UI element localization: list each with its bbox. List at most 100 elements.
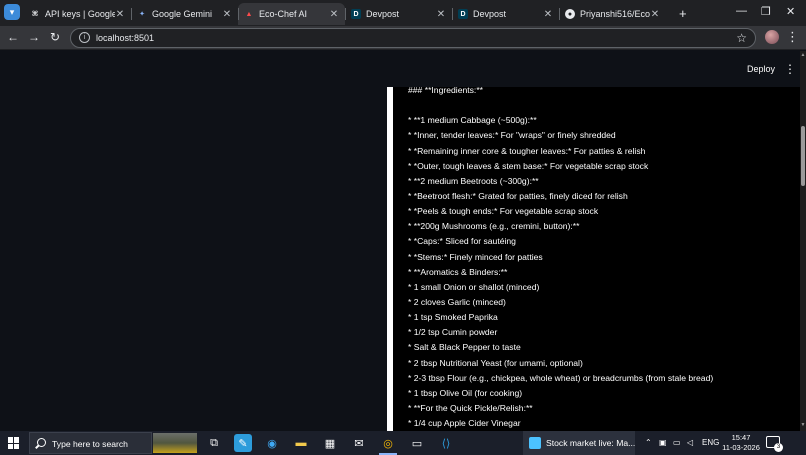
close-tab-icon[interactable]: ✕	[650, 9, 660, 20]
clock-date: 11-03-2026	[722, 443, 760, 452]
paint-app-icon[interactable]: ✎	[234, 434, 252, 452]
recipe-line: * 1 small Onion or shallot (minced)	[408, 281, 540, 292]
recipe-line: * 1/2 tsp Cumin powder	[408, 327, 498, 338]
gemini-icon: ✦	[139, 11, 145, 18]
news-widget-thumbnail[interactable]	[153, 433, 197, 453]
search-icon	[37, 438, 46, 447]
recipe-line: * 1/4 cup Apple Cider Vinegar	[408, 418, 521, 429]
tab-title: Devpost	[366, 9, 400, 19]
tab-eco-chef-ai[interactable]: ▲ Eco-Chef AI ✕	[238, 3, 345, 25]
key-icon: ⌘	[31, 11, 39, 18]
tab-title: Devpost	[473, 9, 507, 19]
browser-tab-strip: ▾ ⌘ API keys | Google AI S ✕ ✦ Google Ge…	[0, 0, 806, 26]
minimize-icon[interactable]: —	[736, 5, 747, 17]
address-bar[interactable]: i localhost:8501 ☆	[70, 28, 756, 48]
recipe-line: * **1 medium Cabbage (~500g):**	[408, 115, 537, 126]
tab-google-gemini[interactable]: ✦ Google Gemini ✕	[131, 3, 238, 25]
recipe-line: * **200g Mushrooms (e.g., cremini, butto…	[408, 221, 580, 232]
back-arrow-icon[interactable]: ←	[6, 30, 20, 44]
close-tab-icon[interactable]: ✕	[222, 9, 232, 20]
recipe-line: * Salt & Black Pepper to taste	[408, 342, 521, 353]
tab-devpost-1[interactable]: D Devpost ✕	[345, 3, 452, 25]
recipe-line: * **For the Quick Pickle/Relish:**	[408, 402, 533, 413]
recipe-line: ### **Ingredients:**	[408, 87, 484, 95]
recipe-output: ### **Ingredients:** * **1 medium Cabbage…	[393, 87, 802, 431]
taskbar-clock[interactable]: 15:47 11-03-2026	[722, 433, 760, 453]
chrome-icon[interactable]: ◎	[379, 434, 397, 452]
browser-toolbar: ← → ↻ i localhost:8501 ☆	[0, 26, 806, 50]
tab-github[interactable]: ● Priyanshi516/Eco-Che ✕	[559, 3, 666, 25]
vscode-icon[interactable]: ⟨⟩	[437, 434, 455, 452]
address-url[interactable]: localhost:8501	[96, 33, 154, 43]
news-app-icon	[529, 437, 541, 449]
scroll-down-icon[interactable]: ▼	[800, 422, 806, 430]
streamlit-icon: ▲	[245, 10, 253, 18]
tab-list: ⌘ API keys | Google AI S ✕ ✦ Google Gemi…	[24, 2, 666, 26]
recipe-line: * *Caps:* Sliced for sautéing	[408, 236, 516, 247]
recipe-line: * *Inner, tender leaves:* For "wraps" or…	[408, 130, 616, 141]
restore-icon[interactable]: ❐	[761, 5, 771, 18]
recipe-line: * 1 tsp Smoked Paprika	[408, 312, 498, 323]
recipe-line: * *Remaining inner core & tougher leaves…	[408, 145, 646, 156]
tab-title: Google Gemini	[152, 9, 213, 19]
app-main-menu-icon[interactable]: ⋮	[784, 62, 796, 76]
edge-browser-icon[interactable]: ◉	[263, 434, 281, 452]
page-scrollbar[interactable]	[800, 51, 806, 431]
taskbar-search-box[interactable]: Type here to search	[29, 432, 152, 454]
recipe-line: * 1 tbsp Olive Oil (for cooking)	[408, 387, 523, 398]
mail-icon[interactable]: ✉	[350, 434, 368, 452]
recipe-line: * *Peels & tough ends:* For vegetable sc…	[408, 206, 599, 217]
close-tab-icon[interactable]: ✕	[436, 9, 446, 20]
github-icon: ●	[565, 9, 575, 19]
profile-avatar[interactable]	[765, 30, 779, 44]
clock-time: 15:47	[731, 433, 751, 442]
task-view-icon[interactable]: ⧉	[205, 434, 223, 452]
stock-market-app[interactable]: Stock market live: Ma...	[523, 431, 635, 455]
scrollbar-thumb[interactable]	[801, 126, 805, 186]
reload-icon[interactable]: ↻	[48, 30, 62, 44]
network-icon[interactable]: ▭	[673, 438, 681, 447]
windows-taskbar: Type here to search ⧉ ✎ ◉ ▬ ▦ ✉ ◎ ▭ ⟨⟩ S…	[0, 431, 806, 455]
recipe-line: * *Beetroot flesh:* Grated for patties, …	[408, 190, 628, 201]
recipe-line: * *Outer, tough leaves & stem base:* For…	[408, 160, 649, 171]
site-info-icon[interactable]: i	[79, 32, 90, 43]
notification-count-badge: 3	[774, 443, 783, 452]
file-explorer-icon[interactable]: ▬	[292, 434, 310, 452]
microsoft-store-icon[interactable]: ▦	[321, 434, 339, 452]
new-tab-button[interactable]: +	[679, 6, 687, 21]
terminal-icon[interactable]: ▭	[408, 434, 426, 452]
close-window-icon[interactable]: ✕	[786, 5, 795, 18]
show-hidden-icons-icon[interactable]: ⌃	[645, 438, 652, 447]
recipe-line: * 2-3 tbsp Flour (e.g., chickpea, whole …	[408, 372, 714, 383]
streamlit-app: Deploy ⋮ ### **Ingredients:** * **1 mediu…	[0, 51, 806, 431]
tab-search-icon[interactable]: ▾	[4, 4, 20, 20]
close-tab-icon[interactable]: ✕	[115, 9, 125, 20]
recipe-line	[408, 98, 713, 113]
screen-icon[interactable]: ▣	[659, 438, 667, 447]
running-app-label: Stock market live: Ma...	[546, 438, 636, 448]
forward-arrow-icon[interactable]: →	[27, 30, 41, 44]
recipe-line: * 2 cloves Garlic (minced)	[408, 296, 506, 307]
scroll-up-icon[interactable]: ▲	[800, 52, 806, 60]
deploy-button[interactable]: Deploy	[747, 64, 775, 74]
browser-menu-icon[interactable]: ⋮	[786, 29, 799, 45]
close-tab-icon[interactable]: ✕	[329, 9, 339, 20]
tab-title: API keys | Google AI S	[45, 9, 115, 19]
recipe-line: * 2 tbsp Nutritional Yeast (for umami, o…	[408, 357, 583, 368]
windows-start-icon[interactable]	[8, 437, 20, 449]
volume-icon[interactable]: ◁	[687, 438, 693, 447]
close-tab-icon[interactable]: ✕	[543, 9, 553, 20]
devpost-icon: D	[458, 9, 468, 19]
tab-title: Eco-Chef AI	[259, 9, 308, 19]
search-placeholder: Type here to search	[52, 439, 128, 449]
tab-title: Priyanshi516/Eco-Che	[580, 9, 650, 19]
recipe-line: * *Stems:* Finely minced for patties	[408, 251, 543, 262]
tab-devpost-2[interactable]: D Devpost ✕	[452, 3, 559, 25]
recipe-line: * **2 medium Beetroots (~300g):**	[408, 175, 539, 186]
language-indicator[interactable]: ENG	[702, 438, 719, 447]
recipe-text: ### **Ingredients:** * **1 medium Cabbage…	[408, 87, 713, 431]
recipe-line: * **Aromatics & Binders:**	[408, 266, 508, 277]
tab-api-keys[interactable]: ⌘ API keys | Google AI S ✕	[24, 3, 131, 25]
devpost-icon: D	[351, 9, 361, 19]
bookmark-star-icon[interactable]: ☆	[736, 31, 747, 45]
